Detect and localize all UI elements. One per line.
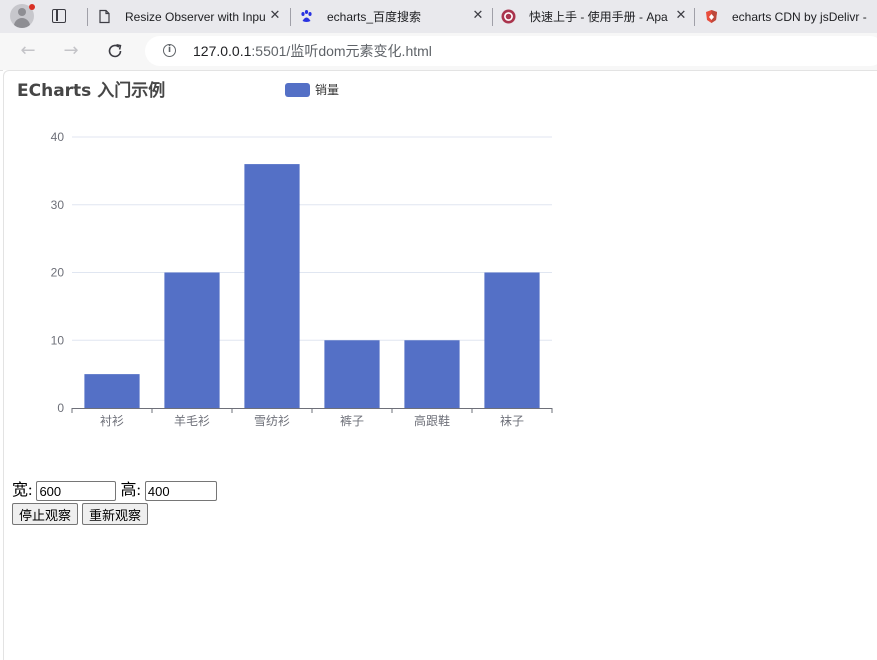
tab-title: 快速上手 - 使用手册 - Apa bbox=[529, 8, 669, 26]
width-label: 宽: bbox=[12, 482, 32, 499]
bar[interactable] bbox=[84, 374, 139, 408]
bar[interactable] bbox=[244, 164, 299, 408]
forward-arrow-icon[interactable]: → bbox=[60, 40, 82, 62]
bar[interactable] bbox=[484, 273, 539, 409]
width-input[interactable] bbox=[36, 481, 116, 501]
x-tick-label: 雪纺衫 bbox=[254, 414, 290, 428]
page-viewport: ECharts 入门示例 销量 0 10 20 30 40 衬衫 羊毛衫 雪纺衫 裤子 高跟鞋 袜… bbox=[3, 70, 877, 660]
height-label: 高: bbox=[120, 482, 140, 499]
bar-chart: ECharts 入门示例 销量 0 10 20 30 40 衬衫 羊毛衫 雪纺衫 裤子 高跟鞋 袜… bbox=[12, 70, 612, 470]
chart-title: ECharts 入门示例 bbox=[17, 80, 165, 101]
url-host: 127.0.0.1 bbox=[193, 43, 251, 59]
legend-swatch bbox=[285, 83, 310, 97]
jsdelivr-shield-icon bbox=[704, 9, 719, 24]
tab-separator bbox=[290, 8, 291, 26]
tab-title: echarts CDN by jsDelivr - bbox=[732, 8, 872, 26]
document-icon bbox=[97, 9, 112, 24]
tab-strip: Resize Observer with Inpu ✕ echarts_百度搜索… bbox=[0, 0, 877, 33]
y-tick-label: 10 bbox=[51, 333, 65, 347]
size-controls: 宽: 高: 停止观察 重新观察 bbox=[12, 480, 217, 525]
tab-echarts-handbook[interactable]: 快速上手 - 使用手册 - Apa ✕ bbox=[501, 0, 691, 33]
tab-baidu-search[interactable]: echarts_百度搜索 ✕ bbox=[299, 0, 489, 33]
chart-legend[interactable]: 销量 bbox=[285, 83, 339, 97]
reload-icon[interactable] bbox=[105, 41, 125, 61]
x-tick-label: 羊毛衫 bbox=[174, 413, 210, 428]
back-arrow-icon[interactable]: ← bbox=[17, 40, 39, 62]
height-input[interactable] bbox=[145, 481, 217, 501]
x-tick-label: 裤子 bbox=[340, 414, 364, 428]
tab-separator bbox=[87, 8, 88, 26]
close-tab-icon[interactable]: ✕ bbox=[267, 8, 283, 24]
close-tab-icon[interactable]: ✕ bbox=[673, 8, 689, 24]
tab-actions-icon[interactable] bbox=[52, 9, 66, 23]
bar[interactable] bbox=[164, 273, 219, 409]
x-tick-label: 高跟鞋 bbox=[414, 413, 450, 428]
close-tab-icon[interactable]: ✕ bbox=[470, 8, 486, 24]
bar[interactable] bbox=[324, 340, 379, 408]
tab-separator bbox=[694, 8, 695, 26]
y-tick-label: 40 bbox=[51, 130, 65, 144]
tab-jsdelivr[interactable]: echarts CDN by jsDelivr - bbox=[704, 0, 877, 33]
bar[interactable] bbox=[404, 340, 459, 408]
echarts-logo-icon bbox=[501, 9, 516, 24]
address-bar[interactable]: i 127.0.0.1:5501/监听dom元素变化.html bbox=[145, 36, 877, 66]
url-text[interactable]: 127.0.0.1:5501/监听dom元素变化.html bbox=[193, 42, 432, 60]
browser-toolbar: ← → i 127.0.0.1:5501/监听dom元素变化.html bbox=[0, 33, 877, 71]
tab-resize-observer[interactable]: Resize Observer with Inpu ✕ bbox=[97, 0, 287, 33]
baidu-paw-icon bbox=[299, 9, 314, 24]
notification-dot bbox=[29, 4, 35, 10]
site-info-icon[interactable]: i bbox=[163, 44, 176, 57]
restart-observe-button[interactable]: 重新观察 bbox=[82, 503, 148, 525]
url-path: :5501/监听dom元素变化.html bbox=[251, 43, 432, 59]
stop-observe-button[interactable]: 停止观察 bbox=[12, 503, 78, 525]
x-tick-label: 袜子 bbox=[500, 414, 524, 428]
tab-title: echarts_百度搜索 bbox=[327, 8, 469, 26]
x-tick-label: 衬衫 bbox=[100, 414, 124, 428]
y-tick-label: 20 bbox=[51, 266, 65, 280]
legend-label: 销量 bbox=[315, 83, 339, 97]
y-tick-label: 0 bbox=[57, 401, 64, 415]
tab-separator bbox=[492, 8, 493, 26]
tab-title: Resize Observer with Inpu bbox=[125, 8, 267, 26]
y-tick-label: 30 bbox=[51, 198, 65, 212]
